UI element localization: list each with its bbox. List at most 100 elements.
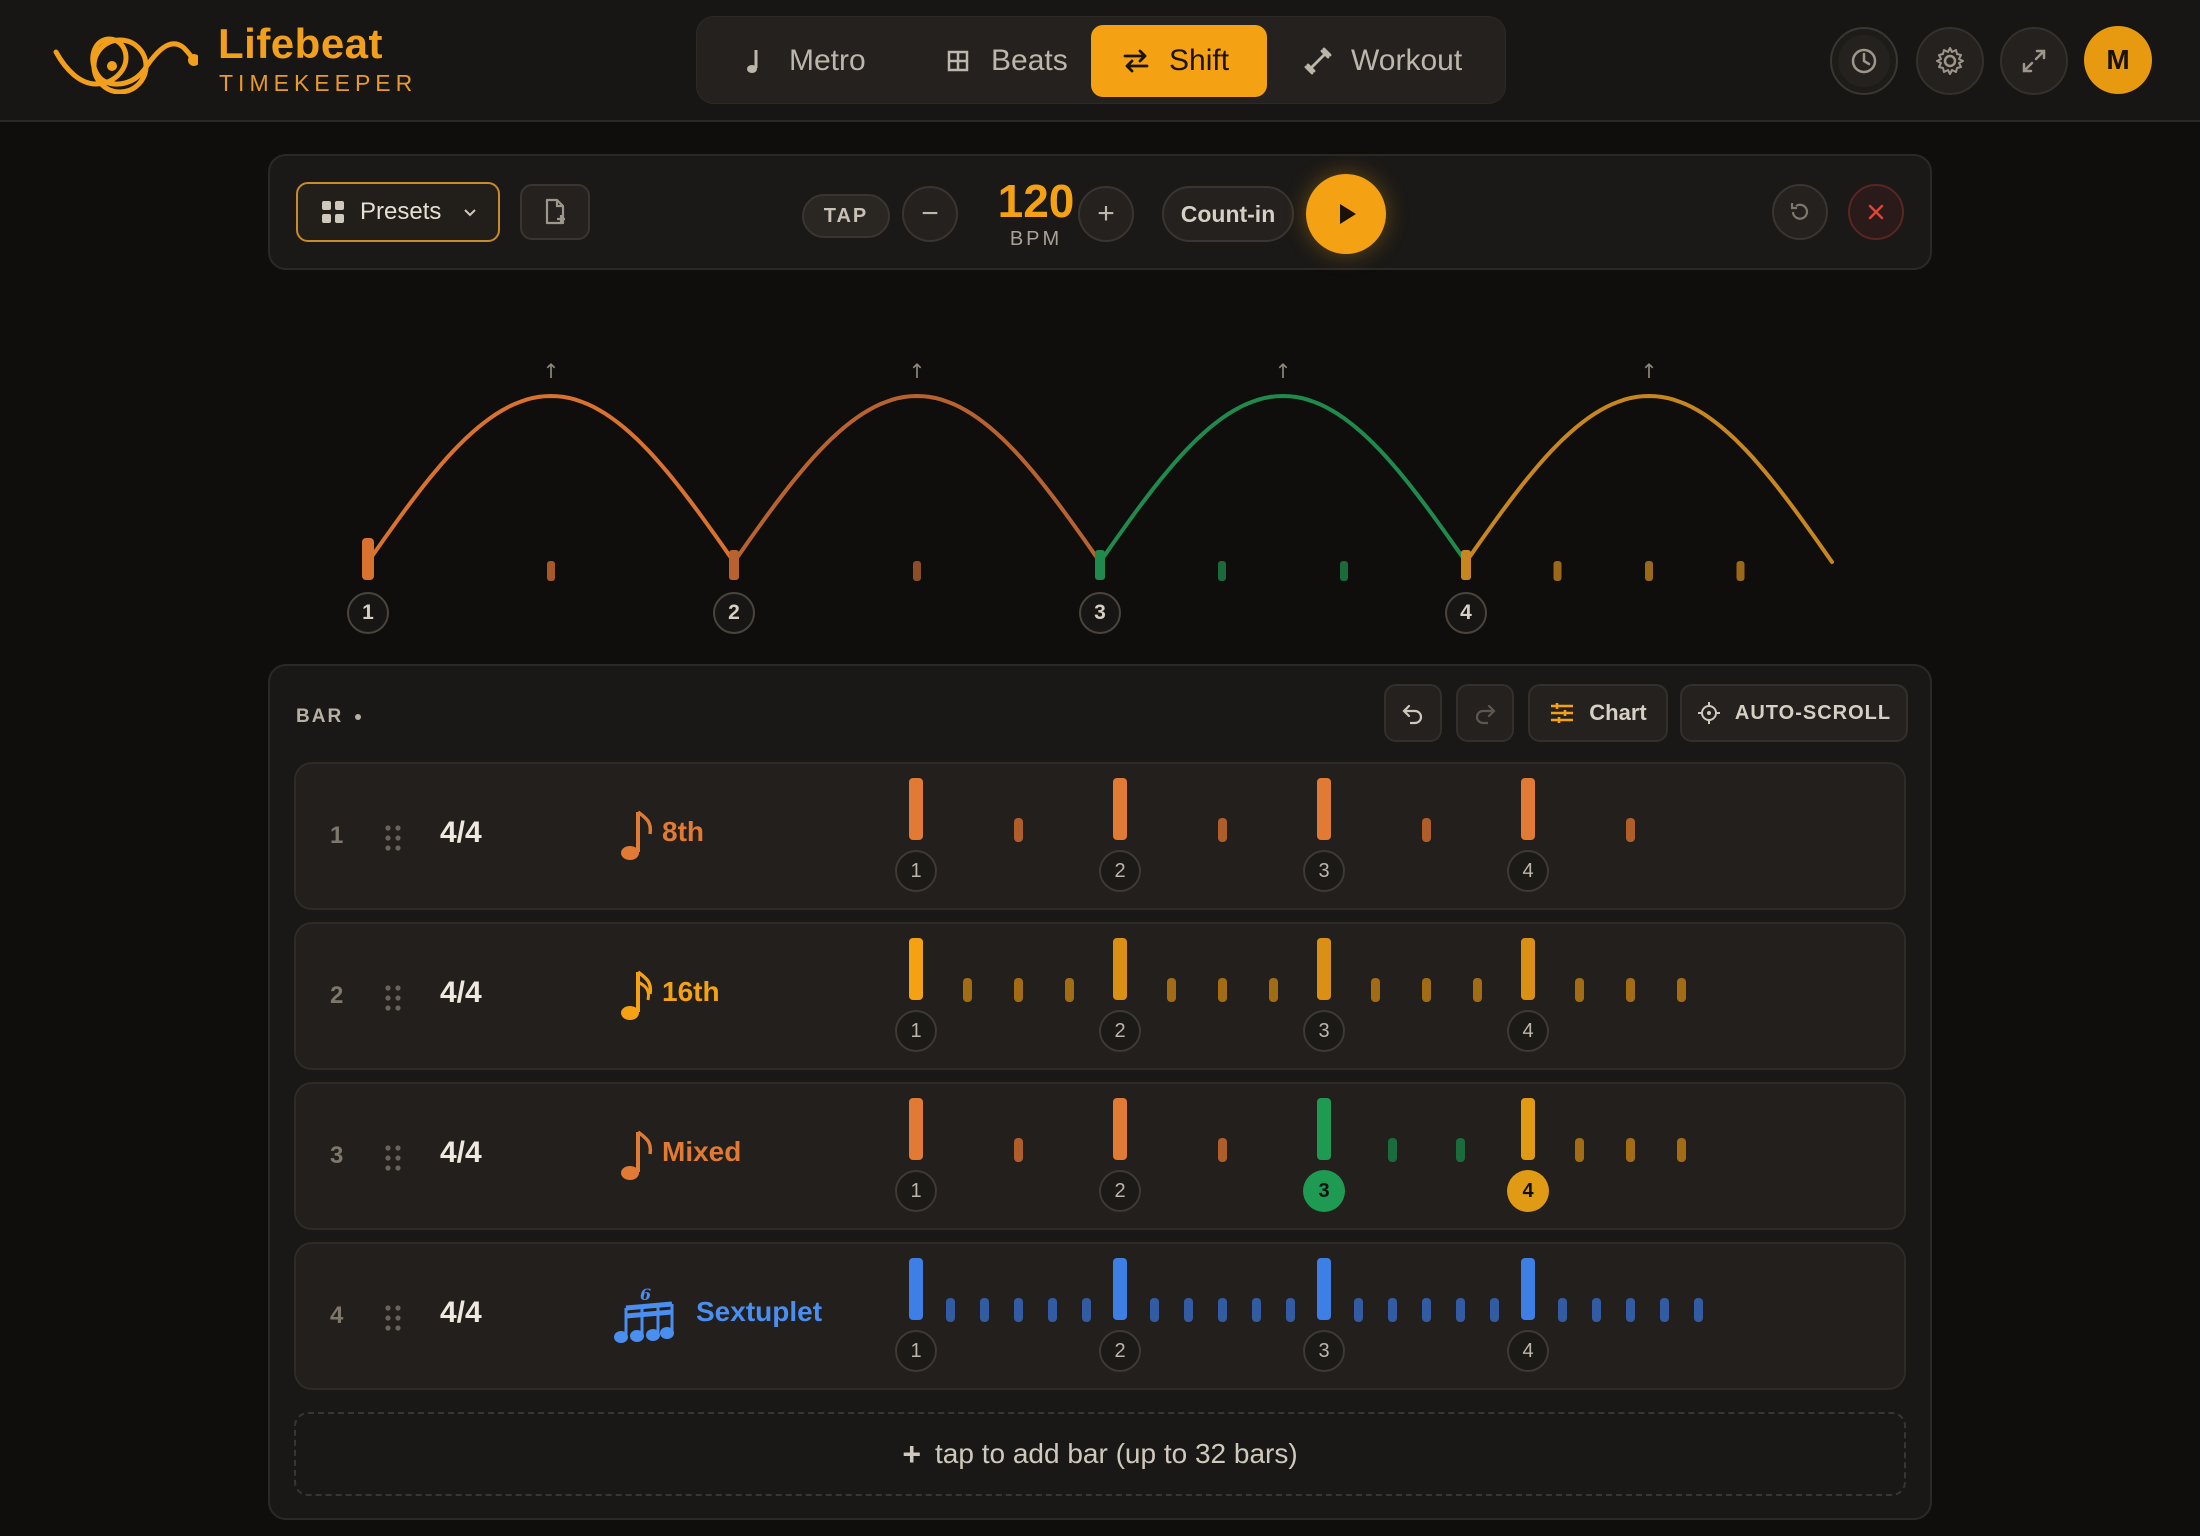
subdivision-tick[interactable]: [1251, 1298, 1261, 1322]
subdivision-tick[interactable]: [1047, 1298, 1057, 1322]
redo-button[interactable]: [1456, 684, 1514, 742]
tab-beats[interactable]: Beats: [913, 25, 1098, 97]
beat-tick[interactable]: [1113, 1098, 1127, 1160]
tab-shift[interactable]: Shift: [1091, 25, 1267, 97]
beat-number[interactable]: 2: [1099, 1170, 1141, 1212]
subdivision-tick[interactable]: [1370, 978, 1380, 1002]
subdivision-tick[interactable]: [945, 1298, 955, 1322]
subdivision-tick[interactable]: [962, 978, 972, 1002]
beat-tick[interactable]: [1113, 1258, 1127, 1320]
subdivision-tick[interactable]: [1455, 1138, 1465, 1162]
auto-scroll-button[interactable]: AUTO-SCROLL: [1680, 684, 1908, 742]
subdivision-tick[interactable]: [1472, 978, 1482, 1002]
bar-row[interactable]: 2 4/4 16th 1 2 3 4: [294, 922, 1906, 1070]
bar-row[interactable]: 3 4/4 Mixed 1 2 3 4: [294, 1082, 1906, 1230]
subdivision-tick[interactable]: [1013, 818, 1023, 842]
subdivision-tick[interactable]: [1081, 1298, 1091, 1322]
subdivision-tick[interactable]: [1013, 1138, 1023, 1162]
subdivision-tick[interactable]: [1625, 818, 1635, 842]
subdivision-tick[interactable]: [1217, 818, 1227, 842]
beat-number[interactable]: 2: [1099, 1330, 1141, 1372]
bar-row[interactable]: 4 4/4 6 Sextuplet 1 2 3 4: [294, 1242, 1906, 1390]
tap-tempo-button[interactable]: TAP: [802, 194, 890, 238]
beat-tick[interactable]: [1317, 938, 1331, 1000]
subdivision-tick[interactable]: [1149, 1298, 1159, 1322]
subdivision-tick[interactable]: [1064, 978, 1074, 1002]
beat-tick[interactable]: [1317, 778, 1331, 840]
beat-tick[interactable]: [1317, 1098, 1331, 1160]
history-button[interactable]: [1830, 27, 1898, 95]
subdivision-tick[interactable]: [979, 1298, 989, 1322]
settings-button[interactable]: [1916, 27, 1984, 95]
subdivision-tick[interactable]: [1285, 1298, 1295, 1322]
beat-number[interactable]: 1: [895, 1010, 937, 1052]
beat-number[interactable]: 4: [1507, 1170, 1549, 1212]
beat-tick[interactable]: [909, 938, 923, 1000]
chart-button[interactable]: Chart: [1528, 684, 1668, 742]
save-preset-button[interactable]: [520, 184, 590, 240]
subdivision-tick[interactable]: [1676, 978, 1686, 1002]
subdivision-tick[interactable]: [1217, 1138, 1227, 1162]
subdivision-tick[interactable]: [1268, 978, 1278, 1002]
reset-button[interactable]: [1772, 184, 1828, 240]
beat-number[interactable]: 2: [1099, 850, 1141, 892]
beat-number[interactable]: 1: [895, 850, 937, 892]
beat-number[interactable]: 4: [1507, 850, 1549, 892]
add-bar-button[interactable]: + tap to add bar (up to 32 bars): [294, 1412, 1906, 1496]
beat-number[interactable]: 1: [895, 1330, 937, 1372]
beat-number[interactable]: 4: [1507, 1330, 1549, 1372]
count-in-button[interactable]: Count-in: [1162, 186, 1294, 242]
tab-workout[interactable]: Workout: [1273, 25, 1492, 97]
avatar[interactable]: M: [2084, 26, 2152, 94]
bpm-decrease-button[interactable]: −: [902, 186, 958, 242]
fullscreen-button[interactable]: [2000, 27, 2068, 95]
bar-row[interactable]: 1 4/4 8th 1 2 3 4: [294, 762, 1906, 910]
beat-number[interactable]: 3: [1303, 1170, 1345, 1212]
beat-number[interactable]: 4: [1507, 1010, 1549, 1052]
subdivision-tick[interactable]: [1387, 1298, 1397, 1322]
beat-tick[interactable]: [1113, 938, 1127, 1000]
subdivision-tick[interactable]: [1353, 1298, 1363, 1322]
bpm-increase-button[interactable]: +: [1078, 186, 1134, 242]
beat-tick[interactable]: [1521, 778, 1535, 840]
subdivision-tick[interactable]: [1676, 1138, 1686, 1162]
beat-tick[interactable]: [1521, 1098, 1535, 1160]
subdivision-tick[interactable]: [1625, 1138, 1635, 1162]
beat-number[interactable]: 1: [895, 1170, 937, 1212]
beat-tick[interactable]: [1317, 1258, 1331, 1320]
subdivision-tick[interactable]: [1574, 1138, 1584, 1162]
beat-tick[interactable]: [909, 1258, 923, 1320]
subdivision-tick[interactable]: [1387, 1138, 1397, 1162]
play-button[interactable]: [1306, 174, 1386, 254]
subdivision-tick[interactable]: [1421, 978, 1431, 1002]
subdivision-tick[interactable]: [1693, 1298, 1703, 1322]
subdivision-tick[interactable]: [1183, 1298, 1193, 1322]
subdivision-tick[interactable]: [1489, 1298, 1499, 1322]
beat-tick[interactable]: [1521, 938, 1535, 1000]
subdivision-tick[interactable]: [1421, 1298, 1431, 1322]
subdivision-tick[interactable]: [1421, 818, 1431, 842]
undo-button[interactable]: [1384, 684, 1442, 742]
subdivision-tick[interactable]: [1013, 978, 1023, 1002]
beat-tick[interactable]: [1521, 1258, 1535, 1320]
subdivision-tick[interactable]: [1625, 1298, 1635, 1322]
beat-number[interactable]: 3: [1303, 1330, 1345, 1372]
subdivision-tick[interactable]: [1217, 1298, 1227, 1322]
subdivision-tick[interactable]: [1166, 978, 1176, 1002]
beat-tick[interactable]: [1113, 778, 1127, 840]
subdivision-tick[interactable]: [1625, 978, 1635, 1002]
stop-button[interactable]: [1848, 184, 1904, 240]
subdivision-tick[interactable]: [1217, 978, 1227, 1002]
presets-dropdown[interactable]: Presets: [296, 182, 500, 242]
beat-tick[interactable]: [909, 778, 923, 840]
beat-number[interactable]: 3: [1303, 850, 1345, 892]
subdivision-tick[interactable]: [1557, 1298, 1567, 1322]
tab-metro[interactable]: Metro: [711, 25, 896, 97]
subdivision-tick[interactable]: [1013, 1298, 1023, 1322]
subdivision-tick[interactable]: [1591, 1298, 1601, 1322]
beat-tick[interactable]: [909, 1098, 923, 1160]
subdivision-tick[interactable]: [1659, 1298, 1669, 1322]
beat-number[interactable]: 3: [1303, 1010, 1345, 1052]
subdivision-tick[interactable]: [1455, 1298, 1465, 1322]
subdivision-tick[interactable]: [1574, 978, 1584, 1002]
